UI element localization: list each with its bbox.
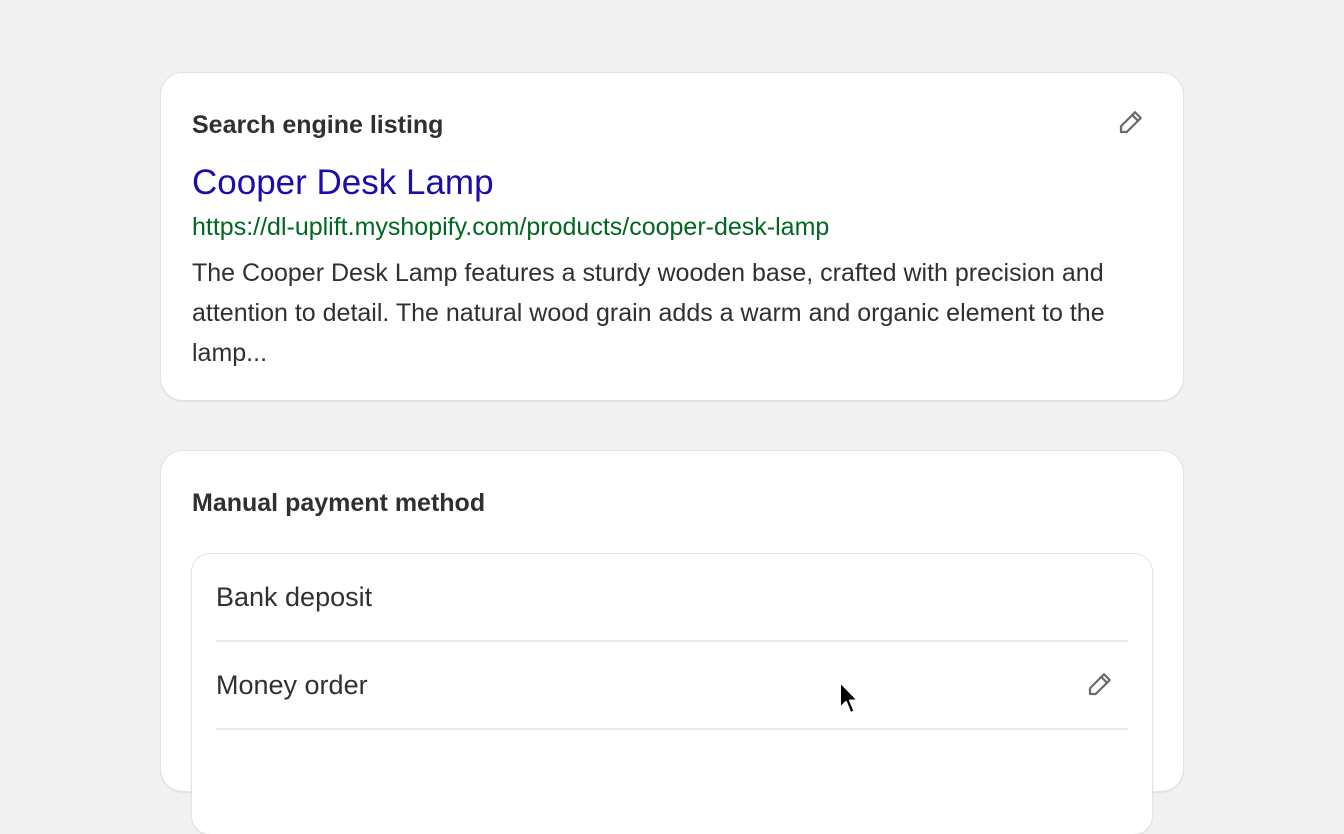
search-engine-listing-card: Search engine listing Cooper Desk Lamp h… bbox=[161, 73, 1183, 400]
search-engine-listing-heading: Search engine listing bbox=[192, 111, 444, 139]
manual-payment-method-heading: Manual payment method bbox=[192, 489, 486, 517]
payment-method-label: Money order bbox=[216, 670, 368, 700]
payment-methods-list: Bank deposit Money order bbox=[192, 554, 1152, 834]
edit-seo-button[interactable] bbox=[1111, 104, 1151, 144]
edit-money-order-button[interactable] bbox=[1080, 666, 1120, 706]
pencil-icon bbox=[1116, 107, 1146, 142]
seo-preview-title-link[interactable]: Cooper Desk Lamp bbox=[192, 163, 1152, 203]
seo-preview-description: The Cooper Desk Lamp features a sturdy w… bbox=[192, 259, 1105, 367]
manual-payment-method-card: Manual payment method Bank deposit Money… bbox=[161, 451, 1183, 834]
payment-method-label: Bank deposit bbox=[216, 582, 373, 612]
payment-method-bank-deposit[interactable]: Bank deposit bbox=[216, 554, 1128, 642]
payment-method-money-order[interactable]: Money order bbox=[216, 642, 1128, 730]
pencil-icon bbox=[1085, 669, 1115, 704]
seo-preview-url: https://dl-uplift.myshopify.com/products… bbox=[192, 213, 830, 241]
